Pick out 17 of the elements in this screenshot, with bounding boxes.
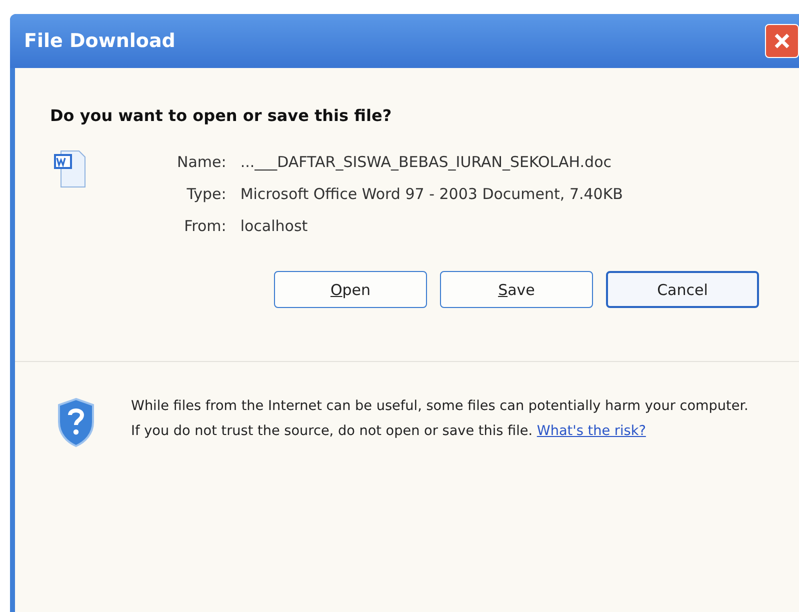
field-label: From:: [183, 217, 226, 235]
dialog-button[interactable]: Save: [440, 271, 593, 308]
field-label: Type:: [186, 185, 226, 203]
field-label: Name:: [177, 153, 226, 171]
window-title: File Download: [24, 30, 176, 52]
warning-text: While files from the Internet can be useful, some files can potentially harm your computer. If you do not trust the source, do not open or save this file. What's the risk?: [131, 397, 750, 441]
word-document-icon: [53, 149, 87, 189]
field-value: localhost: [240, 217, 309, 235]
dialog-button[interactable]: Cancel: [606, 271, 759, 308]
field-value: Microsoft Office Word 97 - 2003 Document, 7.40KB: [240, 185, 623, 203]
field-value: ...___DAFTAR_SISWA_BEBAS_IURAN_SEKOLAH.doc: [240, 153, 613, 171]
close-button[interactable]: [765, 24, 799, 58]
risk-link[interactable]: What's the risk?: [536, 423, 646, 439]
close-icon: [772, 31, 792, 51]
dialog-question: Do you want to open or save this file?: [50, 106, 393, 125]
dialog-button[interactable]: Open: [274, 271, 427, 308]
help-shield-icon: [55, 396, 97, 448]
